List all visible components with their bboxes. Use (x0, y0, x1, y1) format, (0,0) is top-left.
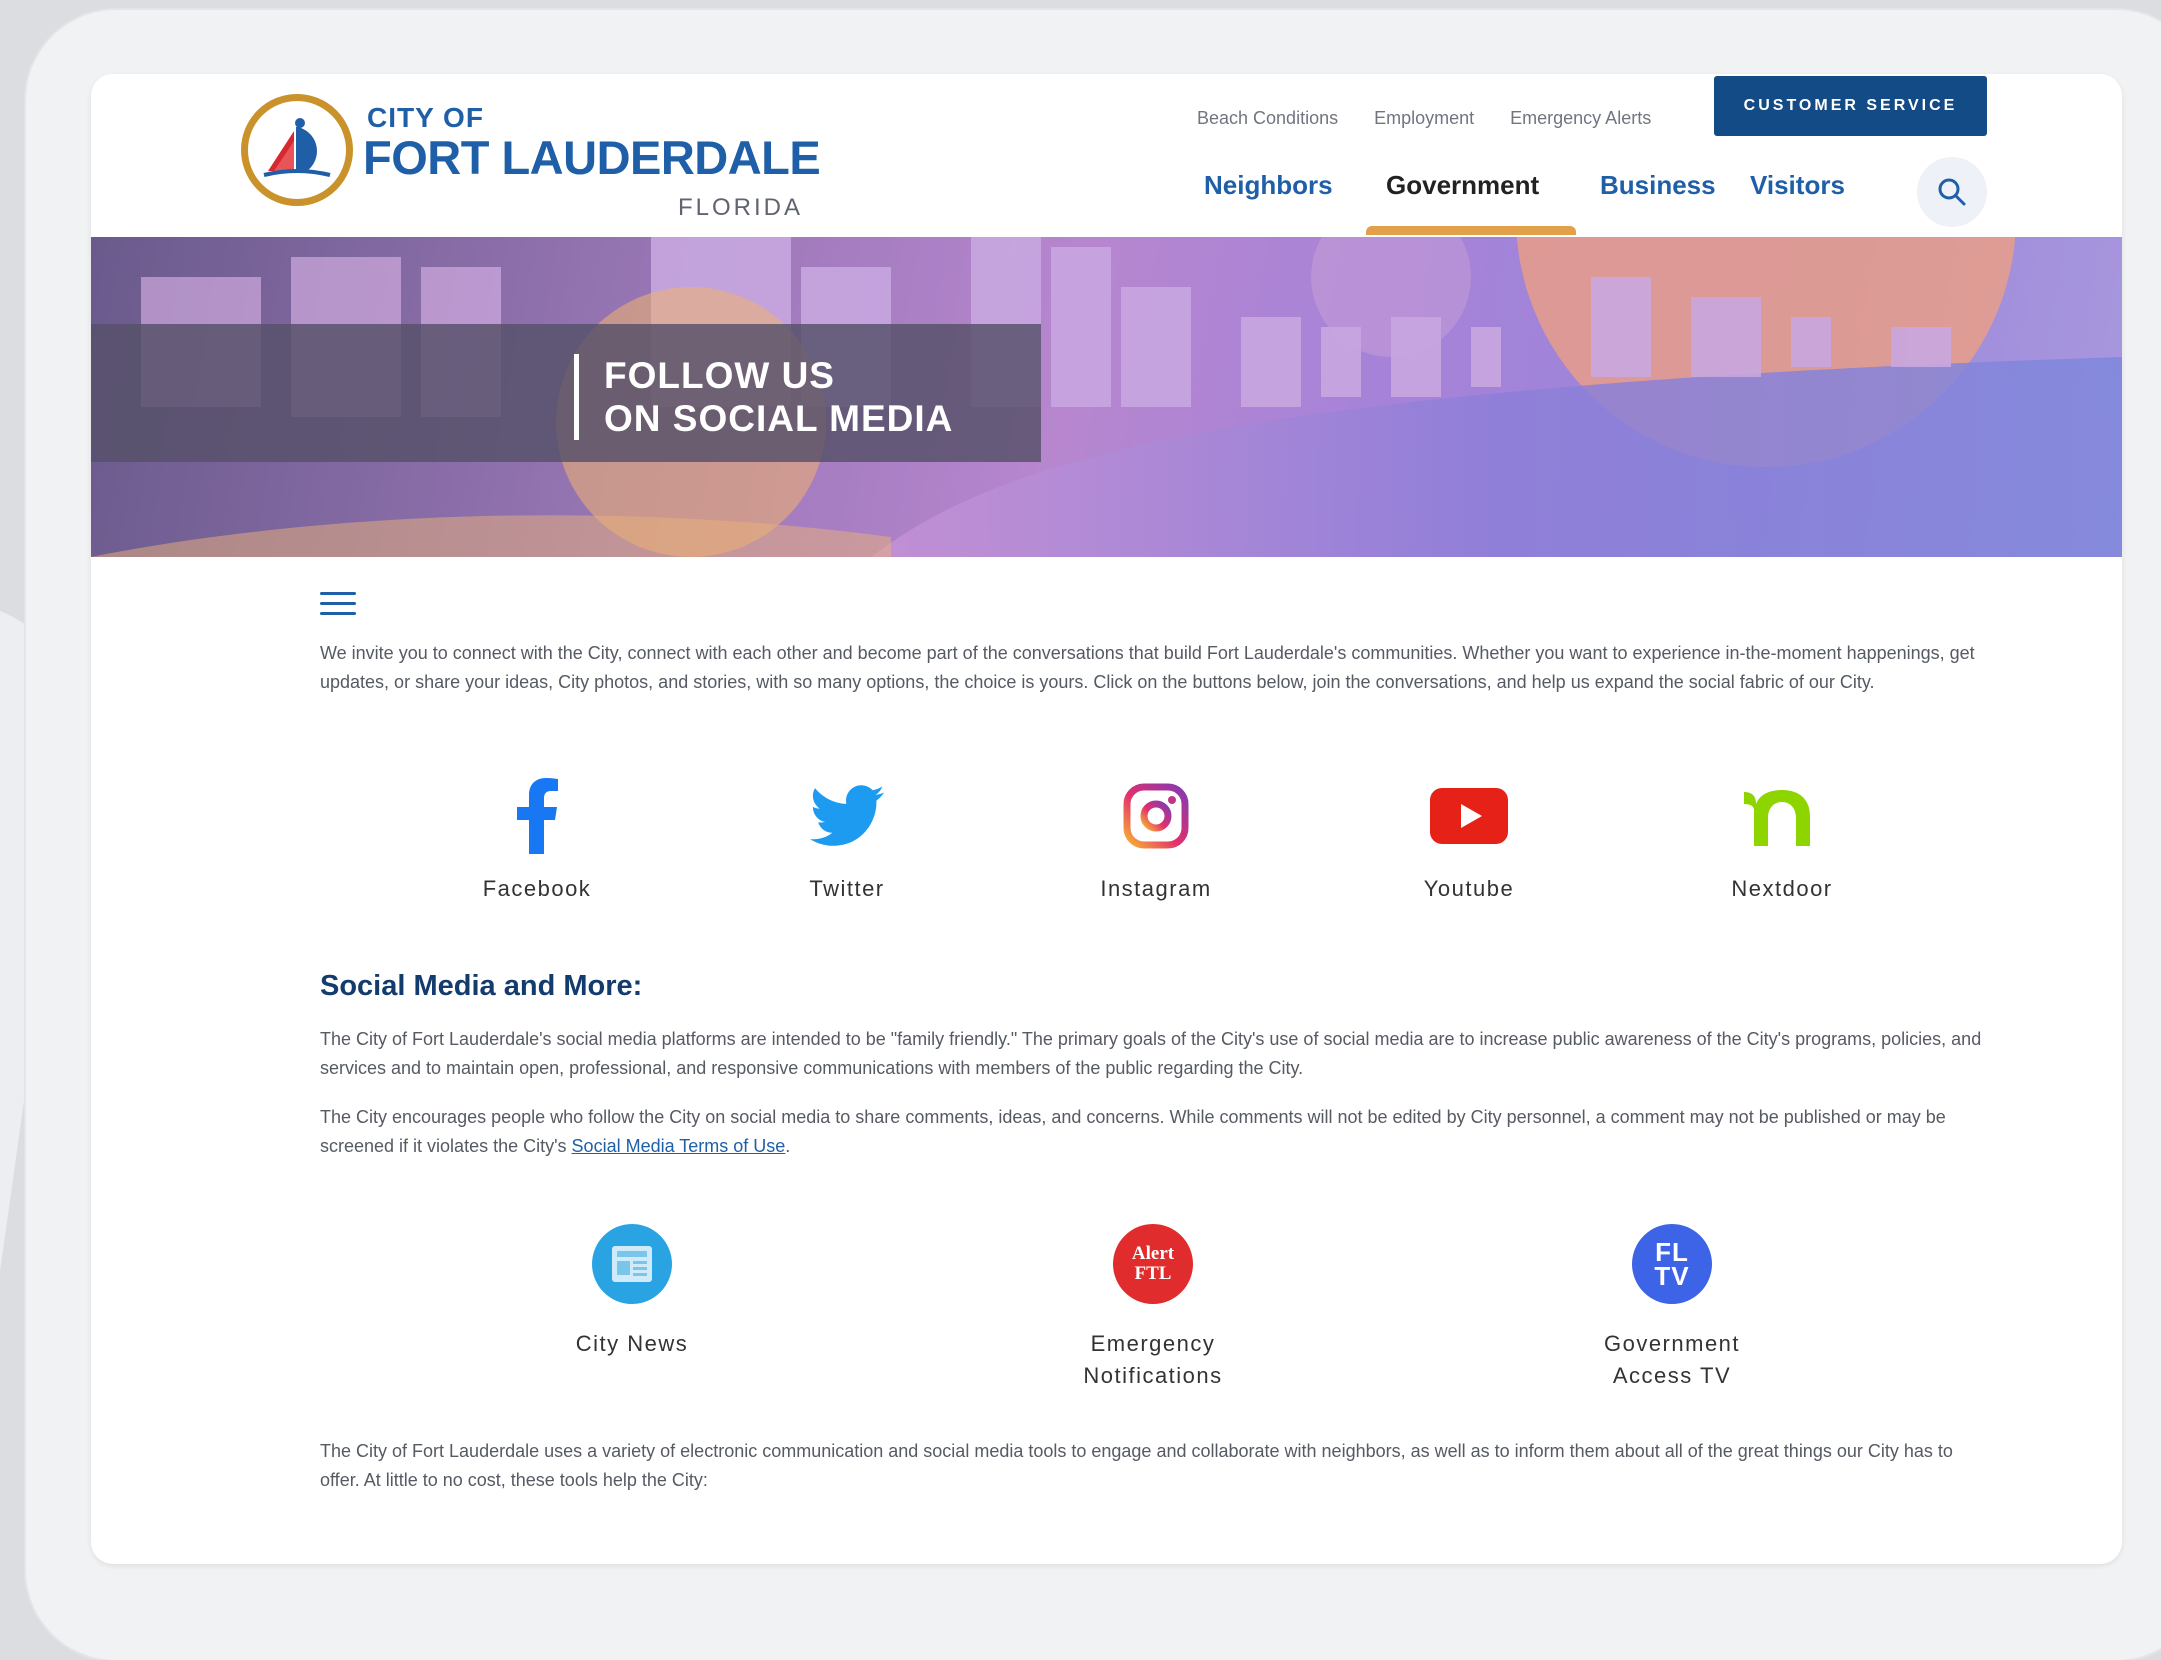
util-link-emergency-alerts[interactable]: Emergency Alerts (1510, 108, 1651, 129)
terms-of-use-link[interactable]: Social Media Terms of Use (572, 1136, 786, 1156)
intro-paragraph: We invite you to connect with the City, … (320, 643, 1975, 692)
util-link-employment[interactable]: Employment (1374, 108, 1474, 129)
tool-label-line1: Government (1603, 1331, 1741, 1356)
tool-city-news[interactable]: City News (502, 1224, 762, 1360)
instagram-icon (1056, 776, 1256, 856)
city-logo[interactable]: CITY OF FORT LAUDERDALE FLORIDA (241, 94, 821, 221)
tool-label-line2: Notifications (1083, 1363, 1223, 1388)
search-button[interactable] (1917, 157, 1987, 227)
hero-title-line1: FOLLOW US (604, 355, 835, 396)
util-link-beach-conditions[interactable]: Beach Conditions (1197, 108, 1338, 129)
nav-government[interactable]: Government (1386, 170, 1539, 201)
hamburger-menu-icon[interactable] (320, 592, 356, 622)
city-seal-icon (241, 94, 353, 206)
utility-links: Beach Conditions Employment Emergency Al… (1197, 108, 1651, 129)
alert-ftl-icon: Alert FTL (1113, 1224, 1193, 1304)
nav-neighbors[interactable]: Neighbors (1204, 170, 1333, 201)
city-news-icon (592, 1224, 672, 1304)
active-nav-indicator (1366, 226, 1576, 235)
closing-paragraph: The City of Fort Lauderdale uses a varie… (320, 1441, 1953, 1490)
paragraph-comments: The City encourages people who follow th… (320, 1103, 1993, 1161)
social-nextdoor[interactable]: Nextdoor (1682, 776, 1882, 902)
customer-service-button[interactable]: CUSTOMER SERVICE (1714, 76, 1987, 136)
social-label: Facebook (482, 876, 592, 901)
section-title: Social Media and More: (320, 970, 643, 1002)
paragraph-family-friendly: The City of Fort Lauderdale's social med… (320, 1029, 1982, 1078)
search-icon (1938, 178, 1966, 206)
paragraph-comments-text: The City encourages people who follow th… (320, 1107, 1946, 1156)
hero-title-divider (574, 354, 579, 440)
tool-emergency-notifications[interactable]: Alert FTL Emergency Notifications (1023, 1224, 1283, 1392)
social-label: Youtube (1423, 876, 1515, 901)
tool-label-line2: Access TV (1612, 1363, 1732, 1388)
tool-label: City News (575, 1331, 689, 1356)
twitter-icon (747, 776, 947, 856)
social-label: Instagram (1100, 876, 1212, 901)
logo-city-name: FORT LAUDERDALE (363, 131, 821, 184)
social-label: Nextdoor (1731, 876, 1833, 901)
tool-government-access-tv[interactable]: FL TV Government Access TV (1542, 1224, 1802, 1392)
social-instagram[interactable]: Instagram (1056, 776, 1256, 902)
hero-title-line2: ON SOCIAL MEDIA (604, 398, 954, 439)
social-youtube[interactable]: Youtube (1369, 776, 1569, 902)
social-facebook[interactable]: Facebook (437, 776, 637, 902)
site-header: CITY OF FORT LAUDERDALE FLORIDA Beach Co… (91, 74, 2122, 237)
social-label: Twitter (809, 876, 885, 901)
nav-visitors[interactable]: Visitors (1750, 170, 1845, 201)
browser-page: CITY OF FORT LAUDERDALE FLORIDA Beach Co… (91, 74, 2122, 1564)
logo-state: FLORIDA (678, 194, 804, 221)
fltv-icon: FL TV (1632, 1224, 1712, 1304)
youtube-icon (1369, 776, 1569, 856)
nextdoor-icon (1682, 776, 1882, 856)
social-twitter[interactable]: Twitter (747, 776, 947, 902)
facebook-icon (437, 776, 637, 856)
tool-label-line1: Emergency (1090, 1331, 1216, 1356)
hero-banner: FOLLOW US ON SOCIAL MEDIA (91, 237, 2122, 557)
nav-business[interactable]: Business (1600, 170, 1716, 201)
paragraph-comments-end: . (785, 1136, 791, 1156)
hero-title: FOLLOW US ON SOCIAL MEDIA (604, 354, 953, 440)
